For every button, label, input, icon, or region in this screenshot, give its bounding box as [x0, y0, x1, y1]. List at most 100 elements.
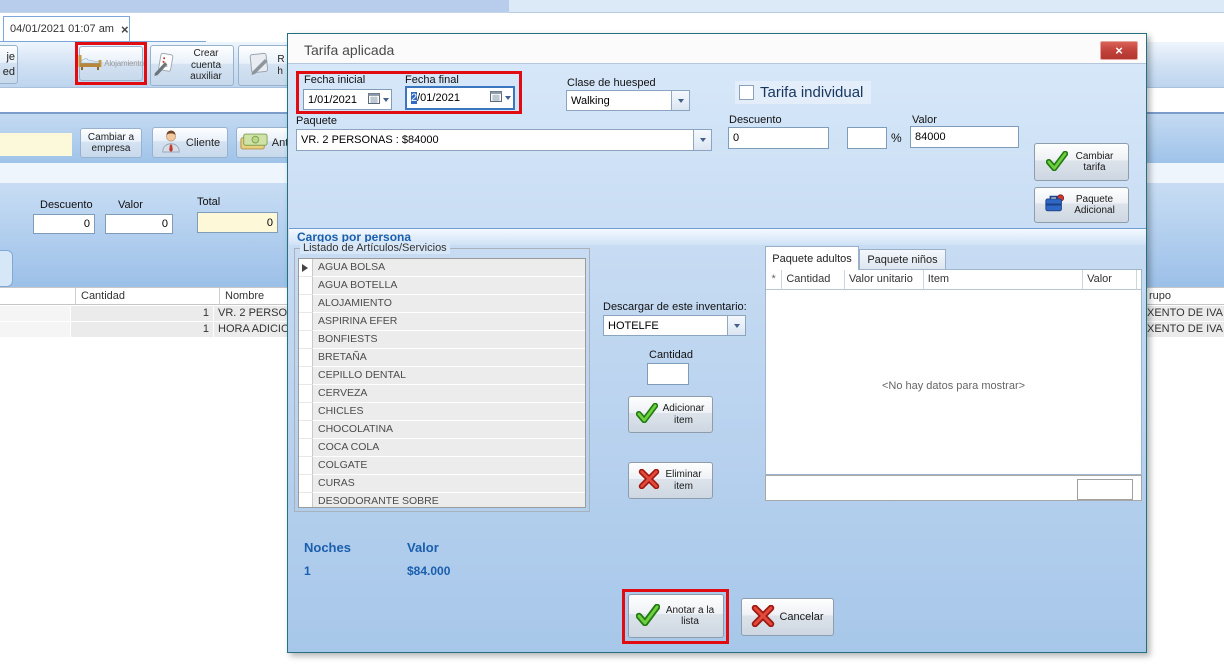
list-item[interactable]: AGUA BOLSA	[299, 259, 585, 277]
row-selector[interactable]	[299, 349, 313, 367]
room-code-field[interactable]	[0, 133, 72, 156]
register-icon	[245, 50, 273, 81]
chevron-down-icon[interactable]	[505, 96, 511, 100]
grid-item-header: Item	[924, 270, 1083, 290]
nombre-cell: VR. 2 PERSON	[214, 306, 287, 321]
list-item[interactable]: BONFIESTS	[299, 331, 585, 349]
cancelar-label: Cancelar	[779, 611, 823, 623]
list-item[interactable]: CERVEZA	[299, 385, 585, 403]
document-tab[interactable]: 04/01/2021 01:07 am ×	[3, 16, 130, 42]
table-row[interactable]: 1 HORA ADICION	[0, 322, 287, 337]
crear-cuenta-label: Crear cuenta auxiliar	[181, 48, 231, 83]
row-selector[interactable]	[299, 295, 313, 313]
cliente-button[interactable]: Cliente	[152, 127, 228, 158]
list-item[interactable]: DESODORANTE SOBRE	[299, 493, 585, 508]
paquete-adicional-button[interactable]: Paquete Adicional	[1034, 187, 1129, 223]
cambiar-tarifa-button[interactable]: Cambiar tarifa	[1034, 143, 1129, 181]
row-selector[interactable]	[299, 367, 313, 385]
grid-footer	[765, 475, 1142, 501]
bg-selector-column-header	[0, 288, 76, 304]
grid-spacer-header	[1137, 270, 1141, 290]
adicionar-item-button[interactable]: Adicionar item	[628, 396, 713, 433]
list-item[interactable]: CHICLES	[299, 403, 585, 421]
fecha-final-label: Fecha final	[405, 74, 459, 86]
list-item[interactable]: COLGATE	[299, 457, 585, 475]
cliente-label: Cliente	[186, 137, 220, 149]
table-row[interactable]: 1 VR. 2 PERSON	[0, 306, 287, 321]
dialog-title-bar: Tarifa aplicada	[288, 34, 1146, 64]
row-selector[interactable]	[299, 277, 313, 295]
valor-bg-label: Valor	[118, 199, 143, 211]
list-item[interactable]: ALOJAMIENTO	[299, 295, 585, 313]
list-item[interactable]: BRETAÑA	[299, 349, 585, 367]
grid-footer-total-box[interactable]	[1077, 479, 1133, 500]
grupo-cell[interactable]: XENTO DE IVA	[1147, 306, 1224, 321]
cantidad-input[interactable]	[647, 363, 689, 385]
row-selector[interactable]	[299, 457, 313, 475]
chevron-down-icon[interactable]	[693, 130, 711, 150]
list-item[interactable]: CHOCOLATINA	[299, 421, 585, 439]
list-item[interactable]: COCA COLA	[299, 439, 585, 457]
chevron-down-icon[interactable]	[727, 316, 745, 335]
row-selector[interactable]	[299, 475, 313, 493]
bg-table-header: Cantidad Nombre	[0, 287, 287, 305]
chevron-down-icon[interactable]	[383, 98, 389, 102]
row-selector[interactable]	[299, 493, 313, 508]
list-item[interactable]: CURAS	[299, 475, 585, 493]
list-item-label: CHOCOLATINA	[313, 421, 585, 439]
crear-cuenta-auxiliar-button[interactable]: Crear cuenta auxiliar	[150, 45, 234, 86]
row-selector[interactable]	[299, 403, 313, 421]
paquete-select[interactable]: VR. 2 PERSONAS : $84000	[296, 129, 712, 151]
list-item[interactable]: CEPILLO DENTAL	[299, 367, 585, 385]
cambiar-a-empresa-button[interactable]: Cambiar a empresa	[80, 128, 142, 158]
row-selector[interactable]	[299, 439, 313, 457]
side-tab-fragment[interactable]	[0, 250, 13, 287]
list-item[interactable]: ASPIRINA EFER	[299, 313, 585, 331]
descuento-bg-input[interactable]: 0	[33, 214, 95, 234]
dialog-close-button[interactable]: ×	[1100, 41, 1138, 60]
cantidad-cell: 1	[71, 322, 214, 337]
tarifa-individual-checkbox[interactable]	[739, 85, 754, 100]
tab-close-icon[interactable]: ×	[121, 23, 129, 36]
calendar-icon[interactable]	[368, 93, 380, 107]
total-bg-input[interactable]: 0	[197, 212, 278, 233]
row-selector[interactable]	[299, 385, 313, 403]
alojamiento-button[interactable]: Alojamiento	[79, 46, 143, 81]
listado-label: Listado de Artículos/Servicios	[300, 242, 450, 254]
grid-selector-column-header: *	[766, 270, 782, 290]
list-item-label: ALOJAMIENTO	[313, 295, 585, 313]
tab-paquete-ninos[interactable]: Paquete niños	[859, 249, 946, 270]
list-item-label: CEPILLO DENTAL	[313, 367, 585, 385]
eliminar-item-button[interactable]: Eliminar item	[628, 462, 713, 499]
clase-huesped-select[interactable]: Walking	[566, 90, 690, 111]
toolbar-fragment-right-button[interactable]: R h	[238, 45, 292, 86]
row-selector[interactable]	[299, 313, 313, 331]
paquete-adicional-label: Paquete Adicional	[1070, 194, 1120, 217]
grupo-cell[interactable]: XENTO DE IVA	[1147, 322, 1224, 337]
tab-paquete-adultos[interactable]: Paquete adultos	[765, 246, 859, 270]
cancelar-button[interactable]: Cancelar	[741, 598, 834, 636]
note-pencil-icon	[153, 50, 177, 81]
valor-bg-input[interactable]: 0	[105, 214, 173, 234]
toolbar-fragment-left-button[interactable]: je ed	[0, 45, 18, 84]
anotar-a-la-lista-button[interactable]: Anotar a la lista	[628, 594, 724, 638]
row-selector[interactable]	[299, 259, 313, 277]
x-icon	[638, 469, 660, 492]
calendar-icon[interactable]	[490, 91, 502, 105]
tarifa-aplicada-dialog: Tarifa aplicada × Fecha inicial 1/01/202…	[287, 33, 1147, 653]
fecha-inicial-field[interactable]: 1/01/2021	[303, 89, 392, 110]
list-item[interactable]: AGUA BOTELLA	[299, 277, 585, 295]
descuento-percent-input[interactable]	[847, 127, 887, 149]
anticipo-button-fragment[interactable]: Ant	[236, 127, 292, 158]
row-selector[interactable]	[299, 421, 313, 439]
chevron-down-icon[interactable]	[671, 91, 689, 110]
dialog-valor-input[interactable]: 84000	[910, 126, 1019, 148]
inventario-select[interactable]: HOTELFE	[603, 315, 746, 336]
cantidad-cell: 1	[71, 306, 214, 321]
dialog-descuento-input[interactable]: 0	[728, 127, 829, 149]
cambiar-tarifa-label: Cambiar tarifa	[1072, 151, 1118, 174]
grid-empty-message: <No hay datos para mostrar>	[766, 380, 1141, 392]
row-selector[interactable]	[299, 331, 313, 349]
fecha-final-field[interactable]: 2/01/2021	[405, 86, 515, 110]
top-strip-right	[509, 0, 1224, 13]
